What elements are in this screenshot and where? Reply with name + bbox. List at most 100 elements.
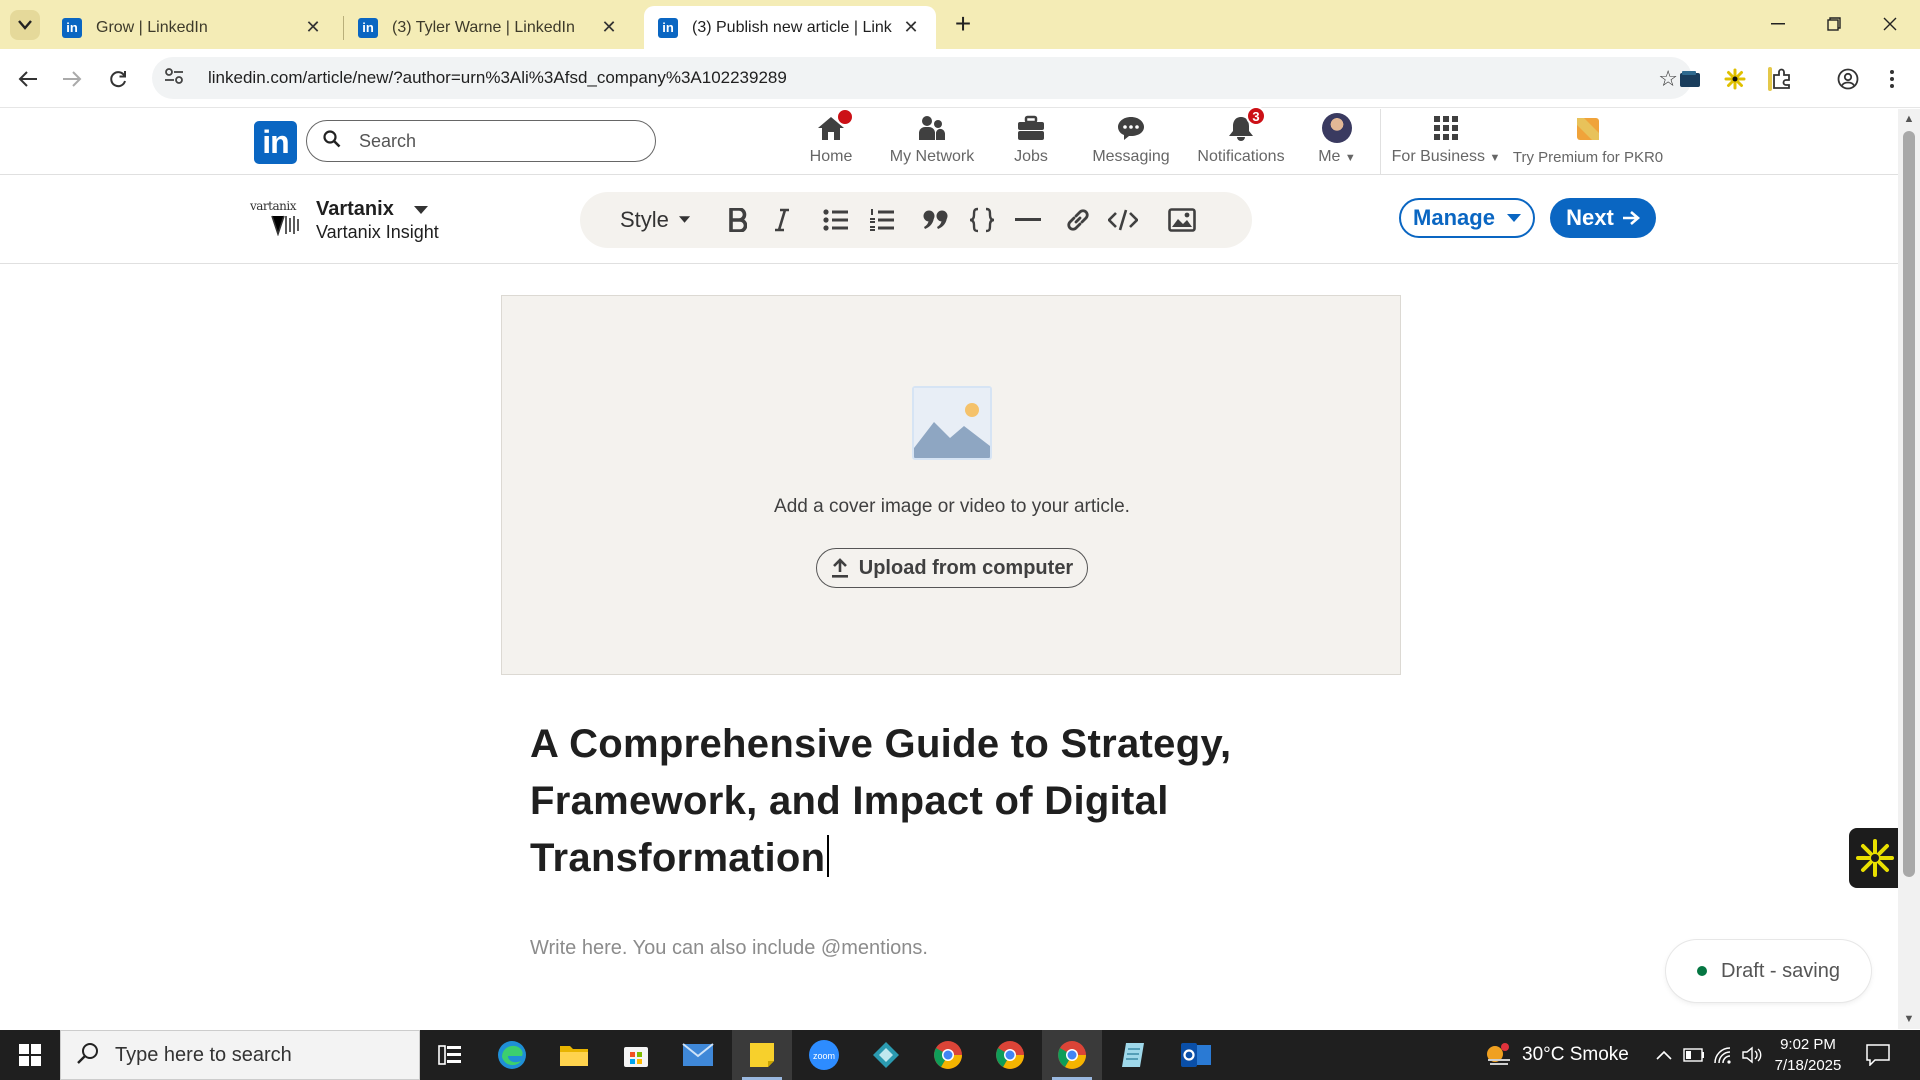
new-tab-button[interactable]: + xyxy=(948,10,978,40)
quote-button[interactable] xyxy=(920,204,952,236)
taskbar-file-explorer[interactable] xyxy=(544,1030,604,1080)
nav-try-premium[interactable]: Try Premium for PKR0 xyxy=(1508,109,1668,175)
taskbar-mail[interactable] xyxy=(668,1030,728,1080)
image-icon xyxy=(1168,208,1196,232)
battery-icon[interactable] xyxy=(1682,1042,1706,1068)
taskbar-outlook[interactable] xyxy=(1166,1030,1226,1080)
taskbar-edge[interactable] xyxy=(482,1030,542,1080)
formatting-toolbar: Style xyxy=(580,192,1252,248)
start-button[interactable] xyxy=(0,1030,60,1080)
bulleted-list-button[interactable] xyxy=(820,204,852,236)
nav-me[interactable]: Me ▼ xyxy=(1306,109,1368,175)
extension-sparkle-icon[interactable] xyxy=(1721,65,1749,93)
extensions-puzzle-icon[interactable] xyxy=(1768,65,1796,93)
manage-button[interactable]: Manage xyxy=(1399,198,1535,238)
caret-down-icon xyxy=(1506,213,1521,222)
close-icon[interactable]: ✕ xyxy=(900,17,922,38)
browser-menu-icon[interactable] xyxy=(1878,65,1906,93)
taskbar-zoom[interactable]: zoom xyxy=(794,1030,854,1080)
taskbar-chrome-3[interactable] xyxy=(1042,1030,1102,1080)
weather-text[interactable]: 30°C Smoke xyxy=(1522,1030,1629,1080)
italic-button[interactable] xyxy=(766,204,798,236)
embed-button[interactable] xyxy=(1106,204,1140,236)
reload-button[interactable] xyxy=(100,61,136,97)
cover-media-dropzone[interactable]: Add a cover image or video to your artic… xyxy=(501,295,1401,675)
folder-icon xyxy=(560,1046,588,1066)
browser-tab-tyler-warne[interactable]: in (3) Tyler Warne | LinkedIn ✕ xyxy=(344,6,634,49)
task-view-button[interactable] xyxy=(420,1030,480,1080)
clock-time: 9:02 PM xyxy=(1780,1036,1836,1053)
global-search[interactable] xyxy=(306,120,656,162)
weather-icon[interactable] xyxy=(1484,1042,1514,1068)
close-icon[interactable]: ✕ xyxy=(302,17,324,38)
numbered-list-button[interactable] xyxy=(866,204,898,236)
nav-messaging[interactable]: Messaging xyxy=(1086,109,1176,175)
minimize-icon xyxy=(1771,23,1785,25)
search-input[interactable] xyxy=(359,130,639,152)
nav-my-network[interactable]: My Network xyxy=(882,109,982,175)
article-title-field[interactable]: A Comprehensive Guide to Strategy, Frame… xyxy=(530,716,1250,887)
nav-for-business[interactable]: For Business ▼ xyxy=(1388,109,1504,175)
bold-icon xyxy=(729,208,747,232)
company-logo[interactable]: vartanix xyxy=(250,200,306,242)
taskbar-chrome-2[interactable] xyxy=(980,1030,1040,1080)
tab-title: (3) Publish new article | LinkedIn xyxy=(692,18,892,36)
wifi-icon[interactable] xyxy=(1712,1042,1736,1068)
code-block-button[interactable] xyxy=(966,204,998,236)
system-clock[interactable]: 9:02 PM 7/18/2025 xyxy=(1766,1034,1850,1076)
scroll-up-arrow-icon[interactable]: ▲ xyxy=(1903,113,1915,125)
next-button[interactable]: Next xyxy=(1550,198,1656,238)
taskbar-app-diamond[interactable] xyxy=(856,1030,916,1080)
page-scrollbar[interactable]: ▲ ▼ xyxy=(1898,109,1920,1029)
volume-icon[interactable] xyxy=(1740,1042,1764,1068)
caret-down-icon xyxy=(678,216,690,223)
bold-button[interactable] xyxy=(722,204,754,236)
close-window-button[interactable] xyxy=(1870,8,1910,40)
assistant-widget-button[interactable] xyxy=(1849,828,1901,888)
browser-toolbar: linkedin.com/article/new/?author=urn%3Al… xyxy=(0,49,1920,108)
profile-icon[interactable] xyxy=(1834,65,1862,93)
back-button[interactable] xyxy=(10,61,46,97)
author-name: Vartanix xyxy=(316,198,394,220)
nav-home[interactable]: Home xyxy=(795,108,867,175)
tab-search-button[interactable] xyxy=(10,10,40,40)
insert-image-button[interactable] xyxy=(1166,204,1198,236)
extension-wallet-icon[interactable] xyxy=(1676,65,1704,93)
draft-status-text: Draft - saving xyxy=(1721,959,1840,982)
close-icon[interactable]: ✕ xyxy=(598,17,620,38)
browser-tab-publish-article[interactable]: in (3) Publish new article | LinkedIn ✕ xyxy=(644,6,936,49)
nav-label: Home xyxy=(809,148,853,165)
taskbar-sticky-notes[interactable] xyxy=(732,1030,792,1080)
show-hidden-icons-chevron-icon[interactable] xyxy=(1652,1042,1676,1068)
scroll-down-arrow-icon[interactable]: ▼ xyxy=(1903,1013,1915,1025)
nav-label: My Network xyxy=(889,148,975,165)
divider-button[interactable] xyxy=(1012,204,1044,236)
site-settings-icon[interactable] xyxy=(164,67,188,90)
browser-tab-grow[interactable]: in Grow | LinkedIn ✕ xyxy=(48,6,338,49)
nav-jobs[interactable]: Jobs xyxy=(996,109,1066,175)
forward-button[interactable] xyxy=(54,61,90,97)
nav-notifications[interactable]: 3 Notifications xyxy=(1186,106,1296,175)
taskbar-store[interactable] xyxy=(606,1030,666,1080)
address-bar[interactable]: linkedin.com/article/new/?author=urn%3Al… xyxy=(152,57,1692,99)
link-button[interactable] xyxy=(1062,204,1094,236)
taskbar-chrome-1[interactable] xyxy=(918,1030,978,1080)
briefcase-icon xyxy=(1016,114,1046,142)
notification-center-icon[interactable] xyxy=(1864,1042,1892,1068)
linkedin-logo[interactable]: in xyxy=(254,121,297,164)
manage-label: Manage xyxy=(1413,205,1495,230)
bullet-list-icon xyxy=(823,209,848,231)
restore-button[interactable] xyxy=(1814,8,1854,40)
taskbar-notepad[interactable] xyxy=(1104,1030,1164,1080)
article-editor-header: vartanix Vartanix Vartanix Insight Style xyxy=(0,176,1898,264)
style-dropdown[interactable]: Style xyxy=(620,204,690,236)
author-selector[interactable]: Vartanix xyxy=(316,198,428,221)
taskbar-search[interactable]: Type here to search xyxy=(60,1030,420,1080)
article-body-field[interactable]: Write here. You can also include @mentio… xyxy=(530,937,928,960)
tab-title: Grow | LinkedIn xyxy=(96,18,208,36)
caret-down-icon xyxy=(413,205,428,214)
upload-from-computer-button[interactable]: Upload from computer xyxy=(816,548,1088,588)
company-logo-wordmark: vartanix xyxy=(250,199,296,213)
scrollbar-thumb[interactable] xyxy=(1903,131,1915,877)
minimize-button[interactable] xyxy=(1758,8,1798,40)
